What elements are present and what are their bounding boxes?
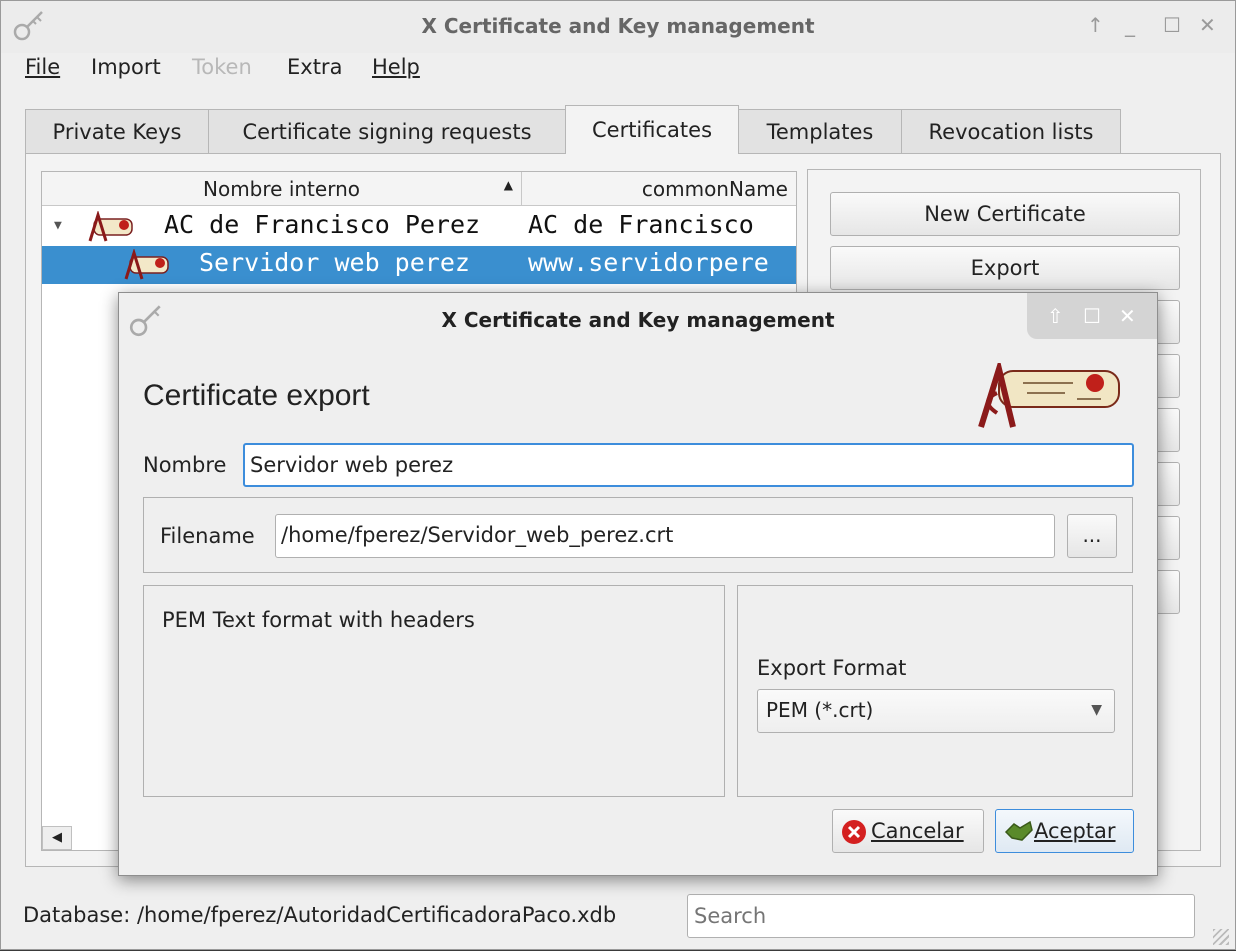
tab-templates[interactable]: Templates [738, 109, 902, 153]
tree-row-selected[interactable]: Servidor web perez www.servidorpere [42, 246, 796, 284]
search-input[interactable] [687, 894, 1195, 938]
maximize-icon[interactable]: ☐ [1083, 304, 1101, 328]
cert-common-name: AC de Francisco [528, 210, 754, 239]
tab-label: Revocation lists [928, 120, 1094, 144]
cert-common-name: www.servidorpere [528, 248, 769, 277]
menu-import[interactable]: Import [91, 55, 161, 79]
dialog-title: X Certificate and Key management [441, 308, 835, 332]
menu-extra-label: Extra [287, 55, 343, 79]
export-button[interactable]: Export [830, 246, 1180, 290]
minimize-icon[interactable]: _ [1125, 13, 1135, 37]
tab-csr[interactable]: Certificate signing requests [208, 109, 566, 153]
tab-revocation-lists[interactable]: Revocation lists [901, 109, 1121, 153]
cancel-button[interactable]: Cancelar [832, 809, 984, 853]
column-header-internal-name[interactable]: Nombre interno ▲ [42, 172, 522, 206]
export-dialog: X Certificate and Key management ⇧ ☐ ✕ C… [118, 292, 1158, 876]
format-description: PEM Text format with headers [162, 608, 475, 632]
filename-input-value: /home/fperez/Servidor_web_perez.crt [281, 523, 674, 547]
tab-label: Certificate signing requests [242, 120, 532, 144]
dialog-window-controls: ⇧ ☐ ✕ [1027, 293, 1157, 339]
button-label: ... [1082, 523, 1102, 547]
dialog-title-bar[interactable]: X Certificate and Key management ⇧ ☐ ✕ [119, 293, 1157, 347]
cancel-label: Cancelar [871, 819, 964, 843]
name-input[interactable]: Servidor web perez [243, 443, 1134, 487]
certificate-scroll-logo [978, 363, 1120, 428]
menu-help-label: Help [372, 55, 420, 79]
sort-ascending-icon: ▲ [503, 178, 513, 192]
browse-button[interactable]: ... [1067, 514, 1117, 558]
menu-file[interactable]: File [25, 55, 60, 79]
close-icon[interactable]: ✕ [1119, 304, 1136, 328]
maximize-icon[interactable]: ☐ [1163, 13, 1181, 37]
tab-label: Templates [766, 120, 874, 144]
menu-file-label: File [25, 55, 61, 79]
resize-grip-icon[interactable] [1213, 929, 1229, 945]
tree-row[interactable]: ▼ AC de Francisco Perez AC de Francisco [42, 208, 796, 246]
menu-token: Token [192, 55, 252, 79]
format-description-box: PEM Text format with headers [143, 585, 725, 797]
column-label: commonName [641, 177, 788, 201]
menu-extra[interactable]: Extra [287, 55, 342, 79]
window-title: X Certificate and Key management [421, 14, 815, 38]
dialog-heading: Certificate export [143, 379, 370, 412]
tab-label: Certificates [591, 118, 713, 142]
column-label: Nombre interno [203, 177, 360, 201]
button-label: New Certificate [924, 202, 1086, 226]
new-certificate-button[interactable]: New Certificate [830, 192, 1180, 236]
status-bar: Database: /home/fperez/AutoridadCertific… [1, 881, 1235, 951]
filename-input[interactable]: /home/fperez/Servidor_web_perez.crt [275, 514, 1055, 558]
export-format-label: Export Format [757, 656, 907, 680]
cert-internal-name: Servidor web perez [199, 248, 470, 277]
expand-arrow-icon[interactable]: ▼ [54, 218, 62, 233]
filename-label: Filename [160, 524, 255, 548]
scroll-left-arrow-icon[interactable]: ◀ [42, 826, 72, 850]
database-path: Database: /home/fperez/AutoridadCertific… [23, 903, 617, 927]
name-input-value: Servidor web perez [250, 453, 454, 477]
cancel-icon [842, 820, 866, 844]
accept-label: Aceptar [1034, 819, 1116, 843]
tab-bar: Private Keys Certificate signing request… [25, 105, 1225, 154]
menu-import-label: Import [91, 55, 161, 79]
tab-label: Private Keys [52, 120, 182, 144]
certificate-icon [88, 211, 133, 242]
menu-token-label: Token [192, 55, 252, 79]
accept-icon [1004, 820, 1033, 841]
tree-header: Nombre interno ▲ commonName [42, 172, 796, 206]
title-bar[interactable]: X Certificate and Key management ↑ _ ☐ ✕ [1, 1, 1235, 53]
export-format-value: PEM (*.crt) [766, 698, 874, 722]
menu-bar: File Import Token Extra Help [1, 53, 1235, 87]
column-header-common-name[interactable]: commonName [522, 172, 798, 206]
close-icon[interactable]: ✕ [1199, 13, 1216, 37]
cert-internal-name: AC de Francisco Perez [164, 210, 481, 239]
menu-help[interactable]: Help [372, 55, 420, 79]
keep-above-icon[interactable]: ⇧ [1047, 304, 1064, 328]
name-label: Nombre [143, 453, 227, 477]
tab-private-keys[interactable]: Private Keys [25, 109, 209, 153]
certificate-icon [124, 249, 169, 280]
accept-button[interactable]: Aceptar [995, 809, 1134, 853]
keep-above-icon[interactable]: ↑ [1087, 13, 1104, 37]
chevron-down-icon: ▼ [1091, 702, 1102, 718]
export-format-select[interactable]: PEM (*.crt) ▼ [757, 689, 1115, 733]
tab-certificates[interactable]: Certificates [565, 105, 739, 154]
button-label: Export [970, 256, 1040, 280]
